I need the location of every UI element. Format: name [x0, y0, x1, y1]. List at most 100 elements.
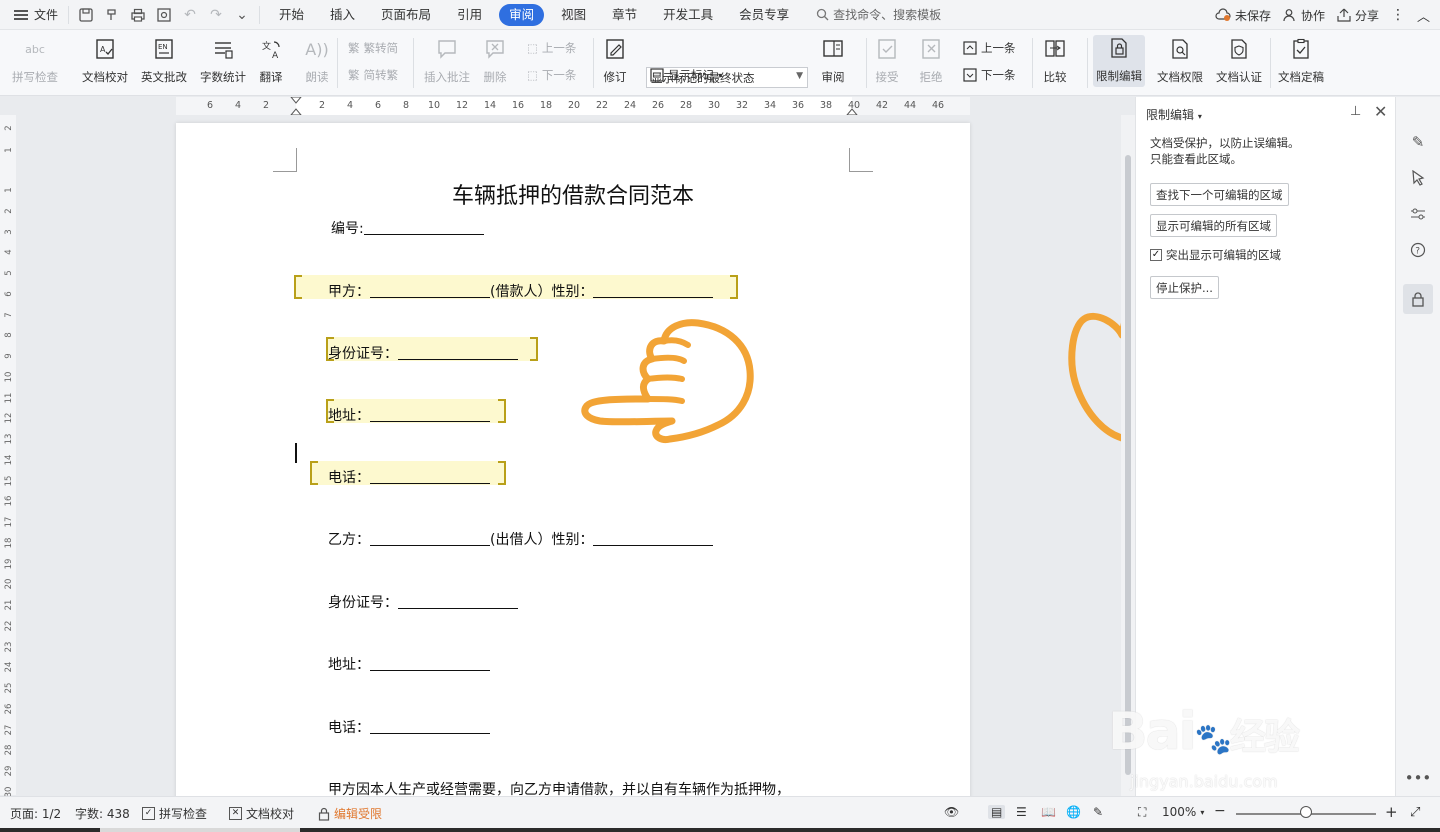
party-a-phone-blank — [370, 470, 490, 484]
pin-icon[interactable]: ⊥ — [1350, 104, 1361, 119]
edit-restricted-status[interactable]: 编辑受限 — [318, 805, 382, 822]
doc-proofread-button[interactable]: A 文档校对 — [82, 36, 128, 85]
vertical-ruler[interactable]: 2 1 1 2 3 4 5 6 7 8 9 10 11 12 13 14 15 … — [0, 115, 16, 797]
web-view-icon[interactable]: 🌐 — [1066, 805, 1081, 819]
tab-home[interactable]: 开始 — [266, 4, 317, 26]
party-b-id-line[interactable]: 身份证号： — [328, 592, 518, 612]
restrict-edit-button[interactable]: 限制编辑 — [1093, 35, 1145, 87]
unsaved-status[interactable]: 未保存 — [1215, 7, 1271, 24]
next-change-button[interactable]: 下一条 — [963, 67, 1016, 83]
simp-to-trad-button[interactable]: 繁简转繁 — [348, 67, 398, 83]
read-aloud-icon: A)) — [305, 39, 329, 59]
redo-icon[interactable]: ↷ — [205, 4, 227, 26]
print-icon[interactable] — [127, 4, 149, 26]
tab-insert[interactable]: 插入 — [317, 4, 368, 26]
prev-comment-button[interactable]: ⬚ 上一条 — [527, 40, 576, 56]
accept-button[interactable]: 接受 — [874, 36, 900, 85]
party-b-address-line[interactable]: 地址： — [328, 654, 490, 674]
file-menu-button[interactable]: 文件 — [0, 0, 68, 30]
stop-protection-button[interactable]: 停止保护... — [1150, 276, 1219, 299]
ruler-tick-label: 3 — [4, 229, 14, 235]
compare-button[interactable]: 比较 — [1042, 36, 1068, 85]
prev-change-button[interactable]: 上一条 — [963, 40, 1016, 56]
delete-comment-button[interactable]: 删除 — [482, 36, 508, 85]
fullscreen-icon[interactable]: ⤢ — [1410, 805, 1420, 820]
zoom-in-button[interactable]: + — [1385, 803, 1398, 821]
tab-review[interactable]: 审阅 — [499, 3, 545, 26]
tab-view[interactable]: 视图 — [548, 4, 599, 26]
proofread-status[interactable]: ✕ 文档校对 — [229, 805, 294, 822]
page-indicator[interactable]: 页面: 1/2 — [10, 805, 61, 822]
doc-finalize-button[interactable]: 文档定稿 — [1278, 36, 1324, 85]
zoom-out-button[interactable]: − — [1214, 803, 1226, 819]
customize-toolbar-chevron-icon[interactable]: ⌄ — [231, 4, 253, 26]
zoom-slider-handle[interactable] — [1300, 806, 1312, 818]
tab-developer[interactable]: 开发工具 — [650, 4, 726, 26]
undo-icon[interactable]: ↶ — [179, 4, 201, 26]
right-indent-marker-icon[interactable] — [846, 99, 858, 115]
tab-page-layout[interactable]: 页面布局 — [368, 4, 444, 26]
english-review-button[interactable]: EN 英文批改 — [141, 36, 187, 85]
fit-page-icon[interactable]: ⛶ — [1138, 805, 1146, 820]
insert-comment-button[interactable]: 插入批注 — [424, 36, 470, 85]
tab-chapter[interactable]: 章节 — [599, 4, 650, 26]
more-options-icon[interactable]: ⋮ — [1391, 7, 1405, 23]
eye-protection-icon[interactable]: 👁 — [944, 805, 959, 819]
find-next-editable-button[interactable]: 查找下一个可编辑的区域 — [1150, 183, 1289, 206]
format-painter-icon[interactable] — [101, 4, 123, 26]
party-a-address-line[interactable]: 地址： — [328, 405, 490, 425]
ruler-tick-label: 26 — [4, 703, 14, 715]
page-view-icon[interactable]: ▤ — [988, 805, 1006, 819]
contract-body-paragraph[interactable]: 甲方因本人生产或经营需要，向乙方申请借款，并以自有车辆作为抵押物， — [328, 779, 790, 796]
party-a-line[interactable]: 甲方： (借款人）性别： — [328, 281, 714, 301]
party-a-phone-line[interactable]: 电话： — [328, 467, 490, 487]
document-canvas[interactable]: 车辆抵押的借款合同范本 编号: 甲方： (借款人）性别： 身份证号： 地址： 电话… — [16, 115, 1121, 796]
print-preview-icon[interactable] — [153, 4, 175, 26]
cursor-select-icon[interactable] — [1403, 163, 1433, 193]
revise-icon — [602, 36, 628, 62]
party-b-line[interactable]: 乙方： (出借人）性别： — [328, 529, 714, 549]
collapse-ribbon-chevron-icon[interactable]: ︿ — [1417, 6, 1430, 25]
next-comment-button[interactable]: ⬚ 下一条 — [527, 67, 576, 83]
collaborate-button[interactable]: 协作 — [1283, 7, 1325, 24]
lock-icon[interactable] — [1403, 284, 1433, 314]
tab-member[interactable]: 会员专享 — [726, 4, 802, 26]
horizontal-ruler[interactable]: 6 4 2 2 4 6 8 10 12 14 16 18 20 22 24 26… — [176, 97, 970, 115]
doc-permission-button[interactable]: 文档权限 — [1157, 36, 1203, 85]
reject-button[interactable]: 拒绝 — [918, 36, 944, 85]
pen-icon[interactable]: ✎ — [1403, 127, 1433, 157]
pane-title[interactable]: 限制编辑 ▾ — [1146, 106, 1202, 123]
party-a-id-line[interactable]: 身份证号： — [328, 343, 518, 363]
translate-button[interactable]: 文A 翻译 — [258, 36, 284, 85]
review-pane-button[interactable]: 审阅 — [820, 36, 846, 85]
zoom-level[interactable]: 100% ▾ — [1162, 805, 1204, 819]
party-b-phone-line[interactable]: 电话： — [328, 717, 490, 737]
write-view-icon[interactable]: ✎ — [1093, 805, 1103, 819]
sliders-icon[interactable] — [1403, 199, 1433, 229]
help-icon[interactable]: ? — [1403, 235, 1433, 265]
trad-to-simp-button[interactable]: 繁繁转简 — [348, 40, 398, 56]
tab-references[interactable]: 引用 — [444, 4, 495, 26]
show-markup-button[interactable]: 显示标记 ▾ — [650, 67, 722, 83]
show-all-editable-button[interactable]: 显示可编辑的所有区域 — [1150, 214, 1277, 237]
close-icon[interactable]: ✕ — [1374, 102, 1387, 121]
read-aloud-button[interactable]: A)) 朗读 — [304, 36, 330, 85]
serial-number-line[interactable]: 编号: — [331, 218, 484, 238]
command-search[interactable]: 查找命令、搜索模板 — [816, 6, 941, 23]
word-count-status[interactable]: 字数: 438 — [75, 805, 130, 822]
highlight-editable-checkbox[interactable]: ✓ 突出显示可编辑的区域 — [1150, 247, 1281, 263]
save-icon[interactable] — [75, 4, 97, 26]
checkbox-checked-icon[interactable]: ✓ — [1150, 249, 1162, 261]
word-count-button[interactable]: 字数统计 — [200, 36, 246, 85]
doc-cert-button[interactable]: 文档认证 — [1216, 36, 1262, 85]
share-button[interactable]: 分享 — [1337, 7, 1379, 24]
spell-check-button[interactable]: abc 拼写检查 — [12, 36, 58, 85]
outline-view-icon[interactable]: ☰ — [1016, 805, 1027, 819]
indent-marker-icon[interactable] — [290, 97, 302, 115]
document-page[interactable]: 车辆抵押的借款合同范本 编号: 甲方： (借款人）性别： 身份证号： 地址： 电话… — [176, 123, 970, 796]
revise-button[interactable]: 修订 — [602, 36, 628, 85]
more-icon[interactable]: ••• — [1403, 763, 1433, 793]
spell-check-status[interactable]: ✓ 拼写检查 — [142, 805, 207, 822]
word-count-label: 字数统计 — [200, 70, 246, 84]
reading-view-icon[interactable]: 📖 — [1041, 805, 1056, 819]
